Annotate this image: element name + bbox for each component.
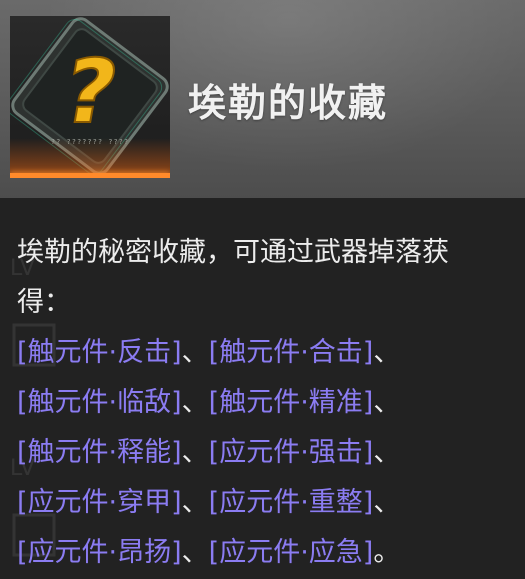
rarity-glow: [10, 138, 170, 178]
drop-item-link[interactable]: [触元件·合击]: [209, 337, 374, 368]
drop-item-link[interactable]: [应元件·昂扬]: [17, 537, 182, 568]
item-icon-frame: ? ?? ??????? ????: [10, 16, 170, 178]
item-description: 埃勒的秘密收藏，可通过武器掉落获 得： [触元件·反击]、[触元件·合击]、 […: [17, 228, 512, 578]
drop-list-row: [触元件·释能]、[应元件·强击]、: [17, 428, 512, 478]
drop-item-link[interactable]: [应元件·穿甲]: [17, 487, 182, 518]
drop-list-row: [触元件·临敌]、[触元件·精准]、: [17, 378, 512, 428]
drop-item-link[interactable]: [触元件·临敌]: [17, 387, 182, 418]
list-separator: 、: [181, 337, 209, 368]
drop-list-row: [应元件·穿甲]、[应元件·重整]、: [17, 478, 512, 528]
drop-list-row: [触元件·反击]、[触元件·合击]、: [17, 328, 512, 378]
list-end-period: 。: [373, 537, 401, 568]
rarity-bar: [10, 173, 170, 178]
drop-item-link[interactable]: [应元件·强击]: [209, 437, 374, 468]
drop-item-link[interactable]: [应元件·应急]: [209, 537, 374, 568]
item-tooltip-panel: ? ?? ??????? ???? 埃勒的收藏 LV LV 埃勒的秘密收藏，可通…: [0, 0, 525, 579]
drop-list-row: [应元件·昂扬]、[应元件·应急]。: [17, 528, 512, 578]
item-header: ? ?? ??????? ???? 埃勒的收藏: [0, 0, 525, 198]
list-separator: 、: [373, 387, 401, 418]
item-title: 埃勒的收藏: [188, 81, 389, 125]
drop-item-link[interactable]: [触元件·反击]: [17, 337, 182, 368]
list-separator: 、: [373, 487, 401, 518]
drop-item-link[interactable]: [应元件·重整]: [209, 487, 374, 518]
list-separator: 、: [181, 487, 209, 518]
drop-item-link[interactable]: [触元件·释能]: [17, 437, 182, 468]
list-separator: 、: [373, 437, 401, 468]
list-separator: 、: [181, 537, 209, 568]
description-intro-line-2: 得：: [17, 287, 71, 318]
drop-item-link[interactable]: [触元件·精准]: [209, 387, 374, 418]
list-separator: 、: [181, 437, 209, 468]
list-separator: 、: [373, 337, 401, 368]
description-intro-line-1: 埃勒的秘密收藏，可通过武器掉落获: [17, 237, 449, 268]
list-separator: 、: [181, 387, 209, 418]
